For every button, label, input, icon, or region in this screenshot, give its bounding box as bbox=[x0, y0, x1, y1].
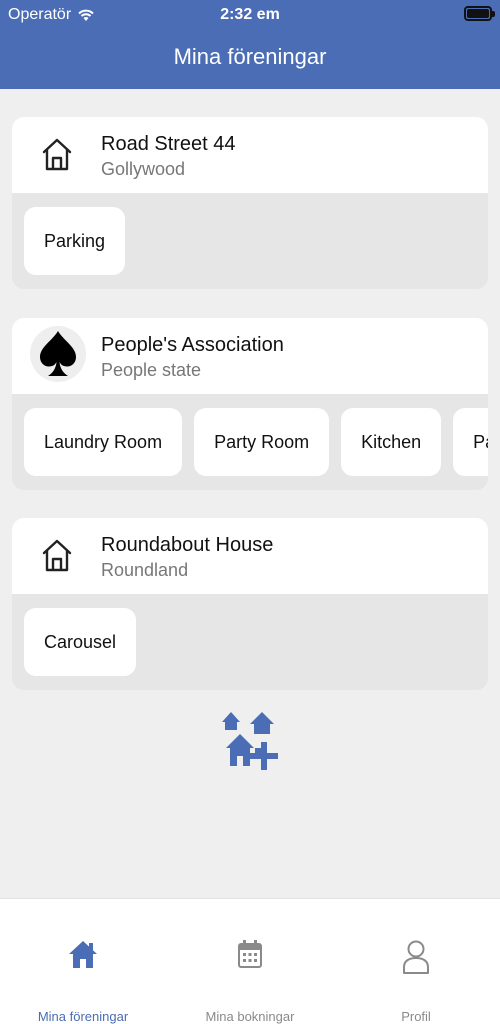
resource-chip[interactable]: Parking bbox=[24, 207, 126, 275]
home-icon bbox=[69, 941, 97, 968]
association-header[interactable]: Road Street 44 Gollywood bbox=[12, 117, 488, 193]
resource-list: Parking bbox=[12, 193, 488, 289]
tab-profil[interactable]: Profil bbox=[333, 939, 499, 1024]
add-association-button[interactable] bbox=[220, 708, 280, 772]
resource-list: Carousel bbox=[12, 594, 488, 690]
status-bar: Operatör 2:32 em bbox=[0, 0, 500, 30]
header: Operatör 2:32 em Mina föreningar bbox=[0, 0, 500, 89]
calendar-icon bbox=[238, 940, 262, 968]
house-icon bbox=[38, 135, 76, 173]
spade-icon bbox=[30, 326, 86, 382]
add-association-icon bbox=[222, 712, 278, 770]
association-location: Roundland bbox=[101, 560, 189, 580]
resource-chip[interactable]: Carousel bbox=[24, 608, 137, 676]
battery-icon bbox=[464, 6, 495, 21]
resource-chip[interactable]: Party Room bbox=[194, 408, 330, 476]
tab-label: Mina föreningar bbox=[37, 1009, 129, 1024]
resource-list[interactable]: Laundry Room Party Room Kitchen Par bbox=[12, 394, 488, 490]
resource-chip[interactable]: Laundry Room bbox=[24, 408, 183, 476]
association-header[interactable]: People's Association People state bbox=[12, 318, 488, 394]
association-location: Gollywood bbox=[101, 159, 186, 179]
tab-mina-foreningar[interactable]: Mina föreningar bbox=[0, 939, 166, 1024]
association-name: People's Association bbox=[101, 334, 284, 356]
association-name: Road Street 44 bbox=[101, 133, 236, 155]
house-icon bbox=[38, 536, 76, 574]
association-location: People state bbox=[101, 360, 202, 380]
tab-label: Profil bbox=[401, 1009, 431, 1024]
resource-chip[interactable]: Kitchen bbox=[341, 408, 442, 476]
tab-mina-bokningar[interactable]: Mina bokningar bbox=[167, 939, 333, 1024]
association-header[interactable]: Roundabout House Roundland bbox=[12, 518, 488, 594]
page-title: Mina föreningar bbox=[173, 44, 327, 69]
resource-chip[interactable]: Par bbox=[453, 408, 488, 476]
user-icon bbox=[403, 940, 429, 974]
association-card: Road Street 44 Gollywood Parking bbox=[12, 117, 488, 289]
tab-label: Mina bokningar bbox=[205, 1009, 295, 1024]
association-name: Roundabout House bbox=[101, 534, 274, 556]
association-card: Roundabout House Roundland Carousel bbox=[12, 518, 488, 690]
association-card: People's Association People state Laundr… bbox=[12, 318, 488, 490]
clock: 2:32 em bbox=[220, 6, 280, 23]
tab-bar: Mina föreningar Mina bokningar Profil bbox=[0, 898, 500, 1024]
